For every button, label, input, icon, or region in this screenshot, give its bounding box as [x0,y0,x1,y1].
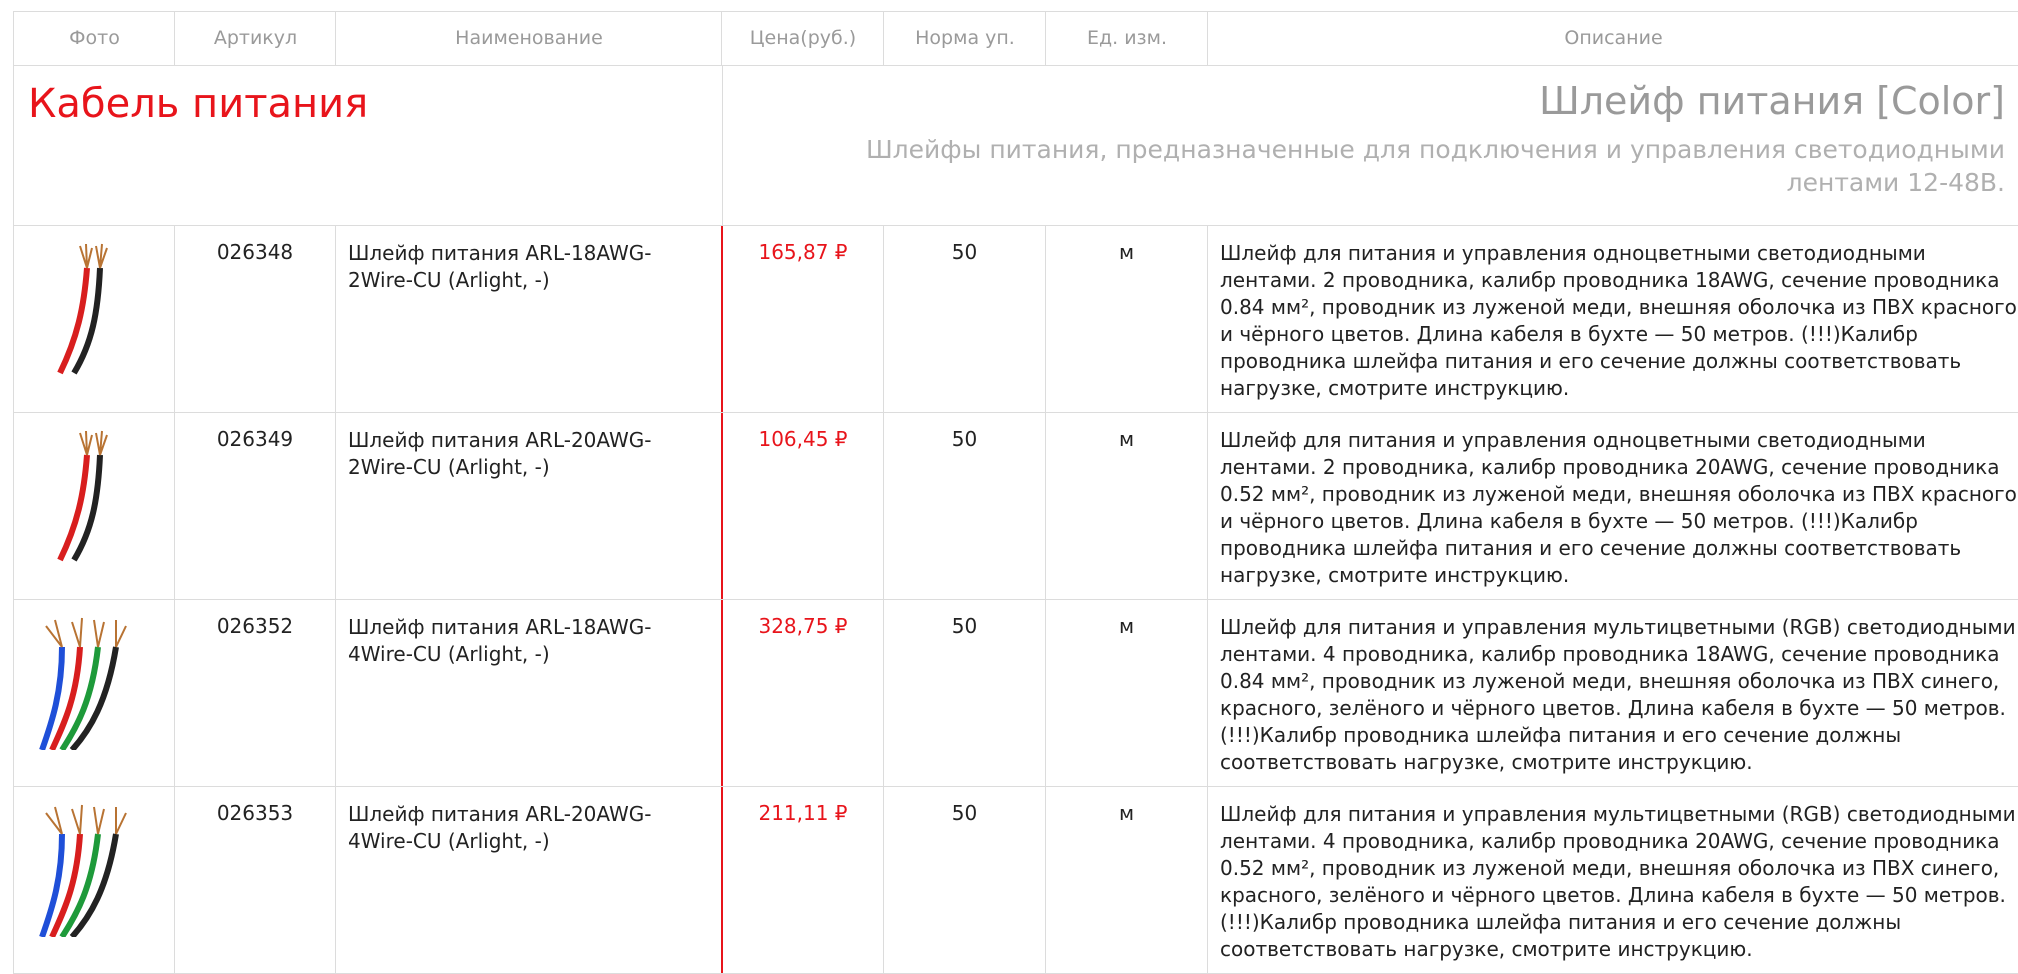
photo-cell [13,413,174,599]
price-cell: 211,11 ₽ [721,787,883,973]
category-title[interactable]: Кабель питания [28,81,368,127]
photo-cell [13,600,174,786]
description-cell: Шлейф для питания и управления мультицве… [1207,787,2018,973]
product-name-link[interactable]: Шлейф питания ARL-18AWG-4Wire-CU (Arligh… [335,600,721,786]
product-name-link[interactable]: Шлейф питания ARL-20AWG-2Wire-CU (Arligh… [335,413,721,599]
four-wire-cable-icon[interactable] [22,612,160,750]
table-row[interactable]: 026352 Шлейф питания ARL-18AWG-4Wire-CU … [13,600,2018,787]
header-photo[interactable]: Фото [13,12,175,65]
category-cell: Кабель питания [13,65,723,225]
table-row[interactable]: 026349 Шлейф питания ARL-20AWG-2Wire-CU … [13,413,2018,600]
article-cell: 026349 [174,413,335,599]
description-cell: Шлейф для питания и управления одноцветн… [1207,413,2018,599]
unit-cell: м [1045,413,1207,599]
norm-cell: 50 [883,600,1045,786]
two-wire-cable-icon[interactable] [22,425,160,563]
header-article[interactable]: Артикул [174,12,336,65]
table-row[interactable]: 026348 Шлейф питания ARL-18AWG-2Wire-CU … [13,226,2018,413]
article-cell: 026352 [174,600,335,786]
header-description[interactable]: Описание [1207,12,2018,65]
photo-cell [13,226,174,412]
group-cell: Шлейф питания [Color] Шлейфы питания, пр… [722,65,2005,225]
article-cell: 026348 [174,226,335,412]
four-wire-cable-icon[interactable] [22,799,160,937]
group-title[interactable]: Шлейф питания [Color] [1539,79,2005,123]
unit-cell: м [1045,226,1207,412]
header-name[interactable]: Наименование [335,12,722,65]
norm-cell: 50 [883,413,1045,599]
table-row[interactable]: 026353 Шлейф питания ARL-20AWG-4Wire-CU … [13,787,2018,974]
unit-cell: м [1045,787,1207,973]
header-norm[interactable]: Норма уп. [883,12,1046,65]
price-cell: 165,87 ₽ [721,226,883,412]
unit-cell: м [1045,600,1207,786]
section-header: Кабель питания Шлейф питания [Color] Шле… [13,65,2018,226]
two-wire-cable-icon[interactable] [22,238,160,376]
header-unit[interactable]: Ед. изм. [1045,12,1208,65]
price-cell: 328,75 ₽ [721,600,883,786]
product-name-link[interactable]: Шлейф питания ARL-20AWG-4Wire-CU (Arligh… [335,787,721,973]
price-cell: 106,45 ₽ [721,413,883,599]
norm-cell: 50 [883,226,1045,412]
photo-cell [13,787,174,973]
description-cell: Шлейф для питания и управления мультицве… [1207,600,2018,786]
article-cell: 026353 [174,787,335,973]
group-description: Шлейфы питания, предназначенные для подк… [865,135,2005,197]
norm-cell: 50 [883,787,1045,973]
table-header: Фото Артикул Наименование Цена(руб.) Нор… [13,11,2018,66]
header-price[interactable]: Цена(руб.) [721,12,884,65]
description-cell: Шлейф для питания и управления одноцветн… [1207,226,2018,412]
product-name-link[interactable]: Шлейф питания ARL-18AWG-2Wire-CU (Arligh… [335,226,721,412]
